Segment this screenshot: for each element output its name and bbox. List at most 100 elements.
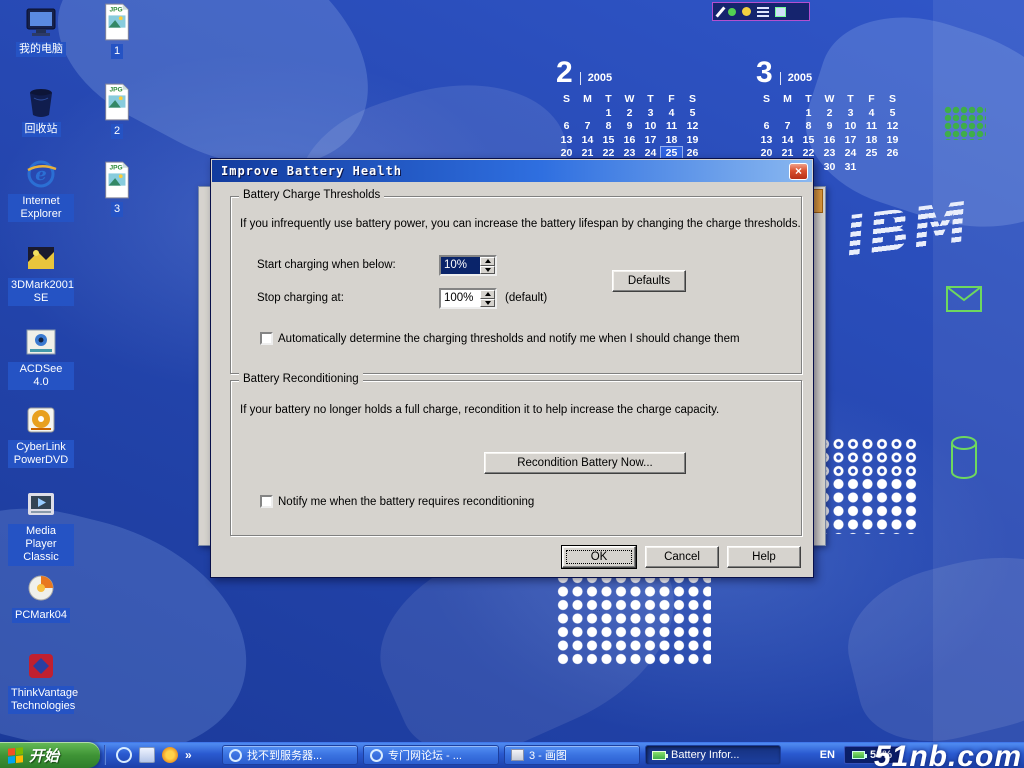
improve-battery-health-dialog: Improve Battery Health × Battery Charge …: [210, 158, 814, 578]
calendar-month: 2: [556, 58, 573, 88]
menu-lines-icon[interactable]: [757, 7, 769, 17]
taskbar-task[interactable]: 专门网论坛 - ...: [363, 745, 499, 765]
watermark: 51nb.com: [874, 740, 1022, 768]
calendar-day: 12: [882, 120, 903, 134]
stop-charging-value[interactable]: 100%: [441, 290, 480, 307]
spin-down-icon[interactable]: [480, 299, 495, 308]
calendar-day: [756, 107, 777, 121]
spin-up-icon[interactable]: [480, 257, 495, 266]
calendar-day: 2: [619, 107, 640, 121]
wallpaper-calendar: 22005SMTWTFS1234567891011121314151617181…: [556, 56, 708, 174]
taskbar-task[interactable]: Battery Infor...: [645, 745, 781, 765]
panel-icon[interactable]: [775, 7, 786, 17]
desktop-icon-3dmark2001[interactable]: 3DMark2001 SE: [8, 240, 74, 306]
desktop-file-icon[interactable]: JPG2: [92, 82, 142, 139]
calendar-day: 7: [577, 120, 598, 134]
desktop-icon-recycle-bin[interactable]: 回收站: [8, 84, 74, 137]
defaults-button[interactable]: Defaults: [612, 270, 686, 292]
calendar-day-header: M: [777, 93, 798, 107]
ie-icon: [370, 749, 383, 762]
group-title: Battery Charge Thresholds: [239, 189, 384, 201]
floating-toolbar: [712, 2, 810, 21]
thinkvantage-icon: [23, 648, 59, 684]
calendar-day-header: S: [556, 93, 577, 107]
desktop-icon-my-computer[interactable]: 我的电脑: [8, 4, 74, 57]
cancel-button[interactable]: Cancel: [645, 546, 719, 568]
windows-logo-icon: [8, 747, 23, 764]
stop-charging-spinner[interactable]: 100%: [439, 288, 497, 309]
calendar-year: 2005: [780, 72, 812, 85]
desktop-icon-acdsee[interactable]: ACDSee 4.0: [8, 324, 74, 390]
taskbar-task[interactable]: 找不到服务器...: [222, 745, 358, 765]
desktop-icon-pcmark04[interactable]: PCMark04: [8, 570, 74, 623]
start-charging-spinner[interactable]: 10%: [439, 255, 497, 276]
calendar-day-header: F: [861, 93, 882, 107]
help-button[interactable]: Help: [727, 546, 801, 568]
quick-launch-overflow-chevron[interactable]: »: [185, 748, 192, 762]
calendar-day: 4: [661, 107, 682, 121]
desktop-icon-label: 3DMark2001 SE: [8, 278, 74, 306]
calendar-day-header: F: [661, 93, 682, 107]
calendar-day: 11: [861, 120, 882, 134]
show-desktop-icon[interactable]: [139, 747, 155, 763]
start-button[interactable]: 开始: [0, 742, 100, 768]
desktop-icon-mpc[interactable]: Media Player Classic: [8, 486, 74, 566]
calendar-day: [577, 107, 598, 121]
color-dot-icon[interactable]: [728, 8, 736, 16]
auto-determine-checkbox[interactable]: [260, 332, 273, 345]
task-buttons: 找不到服务器... 专门网论坛 - ...3 - 画图Battery Infor.…: [222, 745, 781, 765]
default-note: (default): [505, 292, 547, 304]
calendar-day: 9: [619, 120, 640, 134]
recondition-battery-button[interactable]: Recondition Battery Now...: [484, 452, 686, 474]
spin-down-icon[interactable]: [480, 266, 495, 275]
internet-explorer-icon: e: [23, 156, 59, 192]
auto-determine-label: Automatically determine the charging thr…: [278, 333, 740, 345]
group-title: Battery Reconditioning: [239, 373, 363, 385]
notify-recondition-checkbox[interactable]: [260, 495, 273, 508]
close-icon[interactable]: ×: [789, 163, 808, 180]
calendar-day: 6: [756, 120, 777, 134]
highlight-icon[interactable]: [742, 7, 751, 16]
calendar-day-header: T: [840, 93, 861, 107]
calendar-day: 17: [840, 134, 861, 148]
calendar-day: 15: [798, 134, 819, 148]
internet-explorer-quick-icon[interactable]: [116, 747, 132, 763]
calendar-day-header: T: [640, 93, 661, 107]
desktop-icon-internet-explorer[interactable]: eInternet Explorer: [8, 156, 74, 222]
taskbar: 开始 » 找不到服务器... 专门网论坛 - ...3 - 画图Battery I…: [0, 742, 1024, 768]
task-label: 找不到服务器...: [247, 747, 357, 763]
calendar-day: 5: [882, 107, 903, 121]
desktop-icon-powerdvd[interactable]: CyberLink PowerDVD: [8, 402, 74, 468]
calendar-day-header: M: [577, 93, 598, 107]
language-indicator[interactable]: EN: [820, 749, 835, 761]
ok-button[interactable]: OK: [562, 546, 636, 568]
desktop-file-icon[interactable]: JPG3: [92, 160, 142, 217]
start-charging-value[interactable]: 10%: [441, 257, 480, 274]
battery-icon: [852, 751, 865, 759]
mpc-icon: [23, 486, 59, 522]
desktop-icon-label: 我的电脑: [16, 42, 66, 57]
calendar-day: [777, 107, 798, 121]
media-player-quick-icon[interactable]: [162, 747, 178, 763]
svg-text:JPG: JPG: [109, 7, 122, 14]
desktop-icon-label: 1: [111, 44, 123, 59]
calendar-day-header: S: [682, 93, 703, 107]
desktop-file-icon[interactable]: JPG 1: [92, 2, 142, 59]
calendar-day: 19: [882, 134, 903, 148]
calendar-day: 23: [819, 147, 840, 161]
calendar-day: 12: [682, 120, 703, 134]
dialog-titlebar[interactable]: Improve Battery Health ×: [212, 160, 812, 182]
calendar-day: 10: [640, 120, 661, 134]
spin-up-icon[interactable]: [480, 290, 495, 299]
powerdvd-icon: [23, 402, 59, 438]
taskbar-task[interactable]: 3 - 画图: [504, 745, 640, 765]
calendar-day-header: W: [619, 93, 640, 107]
calendar-day-header: W: [819, 93, 840, 107]
desktop-icon-thinkvantage[interactable]: ThinkVantage Technologies: [8, 648, 74, 714]
calendar-day: 31: [840, 161, 861, 175]
calendar-header: 22005: [556, 56, 708, 88]
calendar-day: [861, 161, 882, 175]
pen-icon[interactable]: [715, 6, 725, 17]
cylinder-icon: [950, 436, 978, 480]
my-computer-icon: [23, 4, 59, 40]
